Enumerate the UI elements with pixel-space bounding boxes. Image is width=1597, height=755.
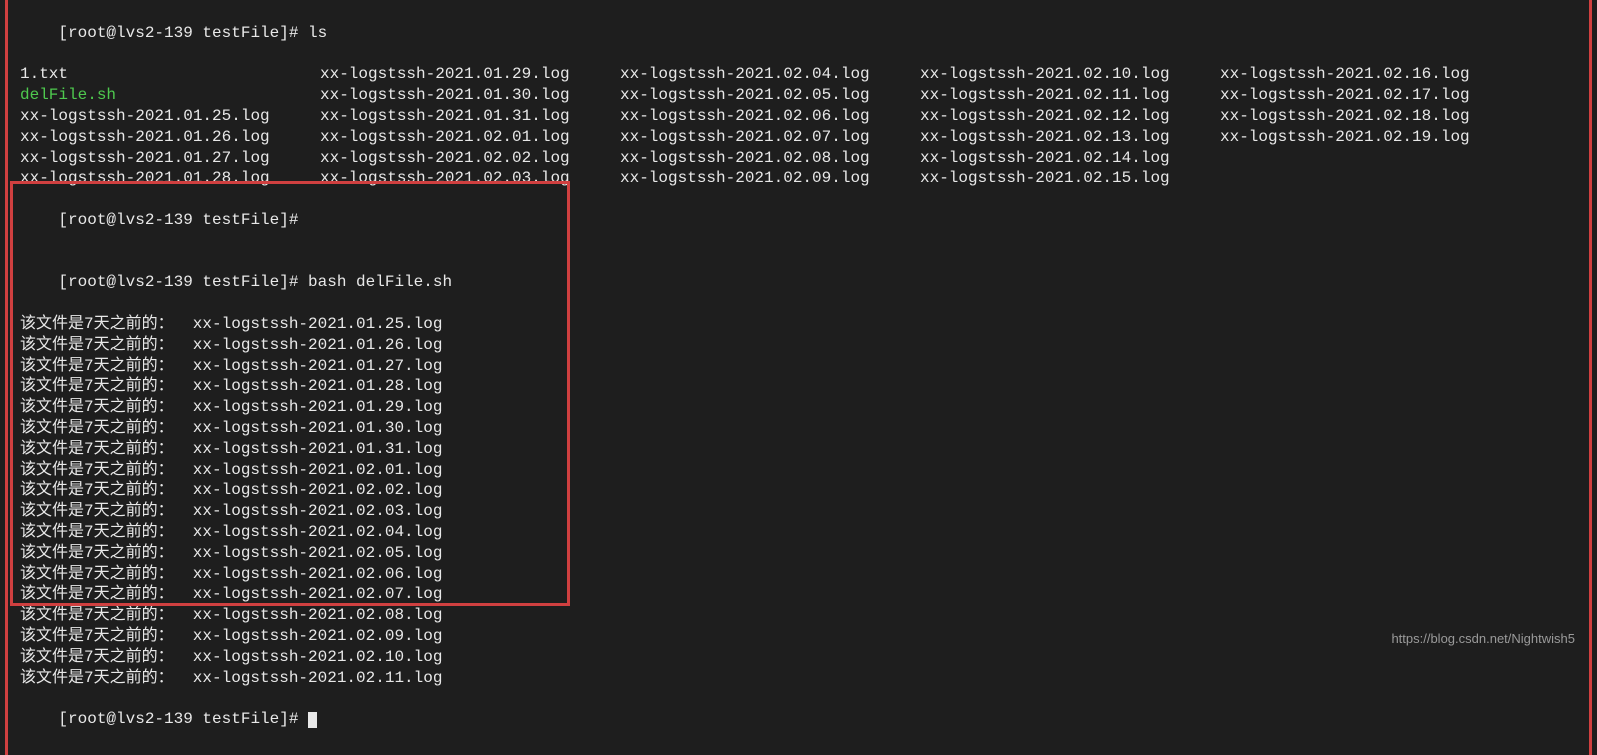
ls-empty-cell <box>1220 148 1520 169</box>
ls-file-item: xx-logstssh-2021.02.14.log <box>920 148 1220 169</box>
script-output-line: 该文件是7天之前的： xx-logstssh-2021.01.31.log <box>20 439 1577 460</box>
ls-file-item: xx-logstssh-2021.02.02.log <box>320 148 620 169</box>
shell-prompt-line: [root@lvs2-139 testFile]# ls <box>20 2 1577 64</box>
shell-prompt-line: [root@lvs2-139 testFile]# bash delFile.s… <box>20 252 1577 314</box>
script-output-line: 该文件是7天之前的： xx-logstssh-2021.01.30.log <box>20 418 1577 439</box>
terminal-window[interactable]: [root@lvs2-139 testFile]# ls 1.txtxx-log… <box>5 0 1592 755</box>
shell-prompt-line[interactable]: [root@lvs2-139 testFile]# <box>20 688 1577 750</box>
prompt-text: [root@lvs2-139 testFile]# <box>58 710 308 728</box>
script-output-line: 该文件是7天之前的： xx-logstssh-2021.02.06.log <box>20 564 1577 585</box>
ls-file-item: xx-logstssh-2021.02.09.log <box>620 168 920 189</box>
script-output-line: 该文件是7天之前的： xx-logstssh-2021.02.02.log <box>20 480 1577 501</box>
ls-file-item: xx-logstssh-2021.02.10.log <box>920 64 1220 85</box>
script-output-line: 该文件是7天之前的： xx-logstssh-2021.02.03.log <box>20 501 1577 522</box>
script-output-line: 该文件是7天之前的： xx-logstssh-2021.01.28.log <box>20 376 1577 397</box>
cursor-icon <box>308 712 317 728</box>
ls-file-item: xx-logstssh-2021.01.27.log <box>20 148 320 169</box>
script-output-line: 该文件是7天之前的： xx-logstssh-2021.01.25.log <box>20 314 1577 335</box>
ls-file-item: xx-logstssh-2021.01.26.log <box>20 127 320 148</box>
script-output-line: 该文件是7天之前的： xx-logstssh-2021.02.08.log <box>20 605 1577 626</box>
ls-file-item: xx-logstssh-2021.02.05.log <box>620 85 920 106</box>
ls-file-item: xx-logstssh-2021.02.07.log <box>620 127 920 148</box>
ls-file-item: xx-logstssh-2021.02.01.log <box>320 127 620 148</box>
script-output-line: 该文件是7天之前的： xx-logstssh-2021.02.04.log <box>20 522 1577 543</box>
script-output-line: 该文件是7天之前的： xx-logstssh-2021.01.26.log <box>20 335 1577 356</box>
ls-file-item: xx-logstssh-2021.02.04.log <box>620 64 920 85</box>
ls-file-item: xx-logstssh-2021.02.12.log <box>920 106 1220 127</box>
ls-file-item: xx-logstssh-2021.01.25.log <box>20 106 320 127</box>
ls-file-item: xx-logstssh-2021.01.29.log <box>320 64 620 85</box>
prompt-text: [root@lvs2-139 testFile]# bash delFile.s… <box>58 273 452 291</box>
script-output-line: 该文件是7天之前的： xx-logstssh-2021.02.07.log <box>20 584 1577 605</box>
script-output-line: 该文件是7天之前的： xx-logstssh-2021.02.10.log <box>20 647 1577 668</box>
ls-file-item: xx-logstssh-2021.02.15.log <box>920 168 1220 189</box>
shell-prompt-line: [root@lvs2-139 testFile]# <box>20 189 1577 251</box>
ls-file-item: xx-logstssh-2021.02.16.log <box>1220 64 1520 85</box>
script-output-block: 该文件是7天之前的： xx-logstssh-2021.01.25.log该文件… <box>20 314 1577 688</box>
script-output-line: 该文件是7天之前的： xx-logstssh-2021.02.09.log <box>20 626 1577 647</box>
ls-file-item: xx-logstssh-2021.01.31.log <box>320 106 620 127</box>
prompt-text: [root@lvs2-139 testFile]# <box>58 211 308 229</box>
ls-file-item: xx-logstssh-2021.02.06.log <box>620 106 920 127</box>
ls-file-item: xx-logstssh-2021.02.03.log <box>320 168 620 189</box>
ls-file-item: xx-logstssh-2021.02.18.log <box>1220 106 1520 127</box>
ls-empty-cell <box>1220 168 1520 189</box>
ls-file-item: 1.txt <box>20 64 320 85</box>
watermark-text: https://blog.csdn.net/Nightwish5 <box>1391 631 1575 648</box>
ls-file-item: xx-logstssh-2021.02.17.log <box>1220 85 1520 106</box>
prompt-text: [root@lvs2-139 testFile]# ls <box>58 24 327 42</box>
ls-file-item: xx-logstssh-2021.01.28.log <box>20 168 320 189</box>
script-output-line: 该文件是7天之前的： xx-logstssh-2021.01.29.log <box>20 397 1577 418</box>
ls-file-item: xx-logstssh-2021.02.08.log <box>620 148 920 169</box>
ls-file-item: xx-logstssh-2021.02.19.log <box>1220 127 1520 148</box>
ls-file-item: xx-logstssh-2021.01.30.log <box>320 85 620 106</box>
script-output-line: 该文件是7天之前的： xx-logstssh-2021.02.11.log <box>20 668 1577 689</box>
ls-output: 1.txtxx-logstssh-2021.01.29.logxx-logsts… <box>20 64 1577 189</box>
script-output-line: 该文件是7天之前的： xx-logstssh-2021.02.01.log <box>20 460 1577 481</box>
ls-file-item: xx-logstssh-2021.02.11.log <box>920 85 1220 106</box>
script-output-line: 该文件是7天之前的： xx-logstssh-2021.02.05.log <box>20 543 1577 564</box>
ls-file-item: xx-logstssh-2021.02.13.log <box>920 127 1220 148</box>
ls-file-item: delFile.sh <box>20 85 320 106</box>
script-output-line: 该文件是7天之前的： xx-logstssh-2021.01.27.log <box>20 356 1577 377</box>
